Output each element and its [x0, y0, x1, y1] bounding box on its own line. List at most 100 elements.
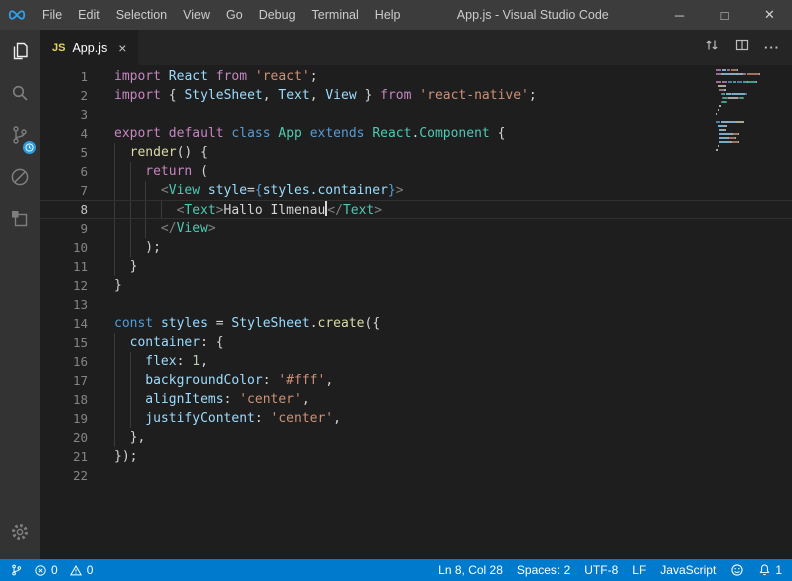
- menu-selection[interactable]: Selection: [108, 0, 175, 30]
- line-number[interactable]: 20: [40, 428, 88, 447]
- menu-help[interactable]: Help: [367, 0, 409, 30]
- minimap-line: [716, 93, 778, 95]
- code-line[interactable]: 12}: [40, 276, 792, 295]
- code-line[interactable]: 6return (: [40, 162, 792, 181]
- code-text: export default class App extends React.C…: [114, 124, 505, 143]
- line-number[interactable]: 13: [40, 295, 88, 314]
- indent-guide: [130, 409, 146, 428]
- more-actions-icon[interactable]: ···: [764, 40, 780, 55]
- status-encoding[interactable]: UTF-8: [584, 563, 618, 577]
- activity-debug[interactable]: [0, 158, 40, 200]
- code-line[interactable]: 7<View style={styles.container}>: [40, 181, 792, 200]
- code-text: import React from 'react';: [114, 67, 318, 86]
- line-number[interactable]: 6: [40, 162, 88, 181]
- minimap-line: [716, 97, 778, 99]
- indent-guide: [130, 238, 146, 257]
- code-line[interactable]: 14const styles = StyleSheet.create({: [40, 314, 792, 333]
- code-text: }: [114, 257, 137, 276]
- line-number[interactable]: 17: [40, 371, 88, 390]
- activity-settings[interactable]: [0, 513, 40, 555]
- menu-edit[interactable]: Edit: [70, 0, 108, 30]
- status-feedback[interactable]: [730, 563, 744, 577]
- code-line[interactable]: 17backgroundColor: '#fff',: [40, 371, 792, 390]
- line-number[interactable]: 15: [40, 333, 88, 352]
- line-number[interactable]: 18: [40, 390, 88, 409]
- menu-debug[interactable]: Debug: [251, 0, 304, 30]
- line-number[interactable]: 14: [40, 314, 88, 333]
- indent-guide: [114, 219, 130, 238]
- code-text: }: [114, 276, 122, 295]
- status-notifications[interactable]: 1: [758, 563, 782, 577]
- menu-terminal[interactable]: Terminal: [304, 0, 367, 30]
- minimap-line: [716, 85, 778, 87]
- tab-appjs[interactable]: JS App.js ×: [40, 30, 138, 65]
- activity-search[interactable]: [0, 74, 40, 116]
- open-changes-icon[interactable]: [704, 37, 720, 58]
- line-number[interactable]: 4: [40, 124, 88, 143]
- editor[interactable]: 1 import React from 'react';2import { Sty…: [40, 65, 792, 559]
- javascript-file-icon: JS: [52, 42, 65, 54]
- menu-go[interactable]: Go: [218, 0, 251, 30]
- line-number[interactable]: 11: [40, 257, 88, 276]
- sync-clock-badge: [23, 141, 36, 154]
- code-line[interactable]: 19 justifyContent: 'center',: [40, 409, 792, 428]
- line-number[interactable]: 9: [40, 219, 88, 238]
- code-line[interactable]: 10);: [40, 238, 792, 257]
- line-number[interactable]: 16: [40, 352, 88, 371]
- code-line[interactable]: 16flex: 1,: [40, 352, 792, 371]
- code-text: <Text>Hallo Ilmenau</Text>: [114, 201, 382, 218]
- status-left: 0 0: [10, 563, 93, 577]
- line-number[interactable]: 10: [40, 238, 88, 257]
- menu-file[interactable]: File: [34, 0, 70, 30]
- minimap-line: [716, 133, 778, 135]
- code-text: justifyContent: 'center',: [114, 409, 341, 428]
- maximize-button[interactable]: □: [702, 0, 747, 30]
- code-line[interactable]: 4 export default class App extends React.…: [40, 124, 792, 143]
- line-number[interactable]: 8: [40, 201, 88, 218]
- status-errors[interactable]: 0: [34, 563, 58, 577]
- line-number[interactable]: 1: [40, 67, 88, 86]
- line-number[interactable]: 7: [40, 181, 88, 200]
- activity-extensions[interactable]: [0, 200, 40, 242]
- close-button[interactable]: ✕: [747, 0, 792, 30]
- activity-source-control[interactable]: [0, 116, 40, 158]
- error-icon: [34, 564, 47, 577]
- code-line[interactable]: 18 alignItems: 'center',: [40, 390, 792, 409]
- line-number[interactable]: 3: [40, 105, 88, 124]
- line-number[interactable]: 12: [40, 276, 88, 295]
- line-number[interactable]: 22: [40, 466, 88, 485]
- status-indentation[interactable]: Spaces: 2: [517, 563, 570, 577]
- code-text: alignItems: 'center',: [114, 390, 310, 409]
- line-number[interactable]: 19: [40, 409, 88, 428]
- code-line[interactable]: 8 <Text>Hallo Ilmenau</Text>: [40, 200, 792, 219]
- status-eol[interactable]: LF: [632, 563, 646, 577]
- code-line[interactable]: 20},: [40, 428, 792, 447]
- code-line[interactable]: 1 import React from 'react';: [40, 67, 792, 86]
- menu-view[interactable]: View: [175, 0, 218, 30]
- status-language-mode[interactable]: JavaScript: [660, 563, 716, 577]
- code-line[interactable]: 2import { StyleSheet, Text, View } from …: [40, 86, 792, 105]
- code-line[interactable]: 3: [40, 105, 792, 124]
- indent-guide: [114, 409, 130, 428]
- status-warnings[interactable]: 0: [69, 563, 94, 577]
- status-cursor-position[interactable]: Ln 8, Col 28: [438, 563, 503, 577]
- minimize-button[interactable]: ─: [657, 0, 702, 30]
- code-line[interactable]: 11}: [40, 257, 792, 276]
- minimap-line: [716, 73, 778, 75]
- tab-close-icon[interactable]: ×: [118, 40, 126, 56]
- minimap[interactable]: [716, 69, 778, 157]
- code-line[interactable]: 15container: {: [40, 333, 792, 352]
- code-line[interactable]: 9</View>: [40, 219, 792, 238]
- code-line[interactable]: 5render() {: [40, 143, 792, 162]
- line-number[interactable]: 21: [40, 447, 88, 466]
- line-number[interactable]: 5: [40, 143, 88, 162]
- activity-explorer[interactable]: [0, 32, 40, 74]
- code-text: },: [114, 428, 145, 447]
- status-git-branch[interactable]: [10, 563, 23, 577]
- code-line[interactable]: 22: [40, 466, 792, 485]
- line-number[interactable]: 2: [40, 86, 88, 105]
- split-editor-icon[interactable]: [734, 37, 750, 58]
- code-line[interactable]: 21});: [40, 447, 792, 466]
- warning-count: 0: [87, 563, 94, 577]
- code-line[interactable]: 13: [40, 295, 792, 314]
